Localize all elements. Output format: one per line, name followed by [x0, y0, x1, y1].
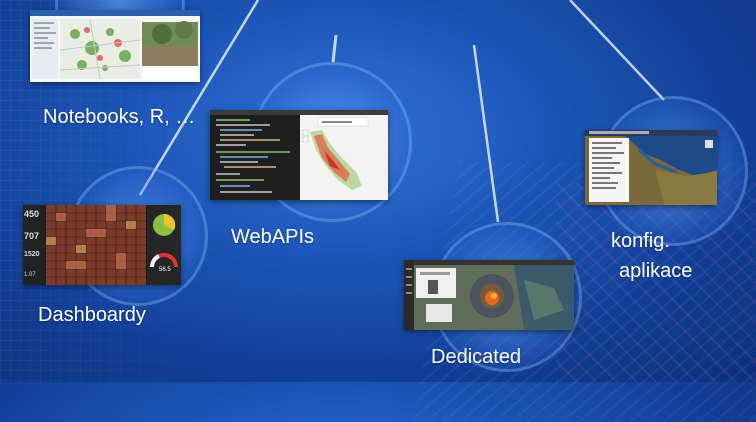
dashboard-counter: 450 [24, 209, 40, 219]
dedicated-label: Dedicated [431, 346, 522, 368]
connector-konfig [569, 0, 665, 101]
dashboardy-label: Dashboardy [38, 304, 146, 326]
dedicated-screenshot [404, 260, 574, 330]
connector-dedicated [472, 44, 500, 223]
konfig-label-line1: konfig. [611, 230, 670, 252]
dashboard-screenshot: 450 707 1520 1.07 56.5 [23, 205, 181, 285]
webapis-label: WebAPIs [231, 226, 314, 248]
dashboard-counter: 707 [24, 231, 40, 241]
dashboard-gauge-value: 56.5 [159, 267, 171, 273]
connector-webapis [331, 34, 338, 63]
konfig-label-line2: aplikace [619, 260, 693, 282]
notebooks-screenshot [30, 10, 200, 82]
notebooks-label: Notebooks, R, … [43, 106, 196, 128]
konfig-screenshot [585, 130, 717, 205]
dashboard-counter: 1520 [24, 251, 40, 258]
webapis-screenshot [210, 110, 388, 200]
dashboard-counter: 1.07 [24, 272, 36, 278]
